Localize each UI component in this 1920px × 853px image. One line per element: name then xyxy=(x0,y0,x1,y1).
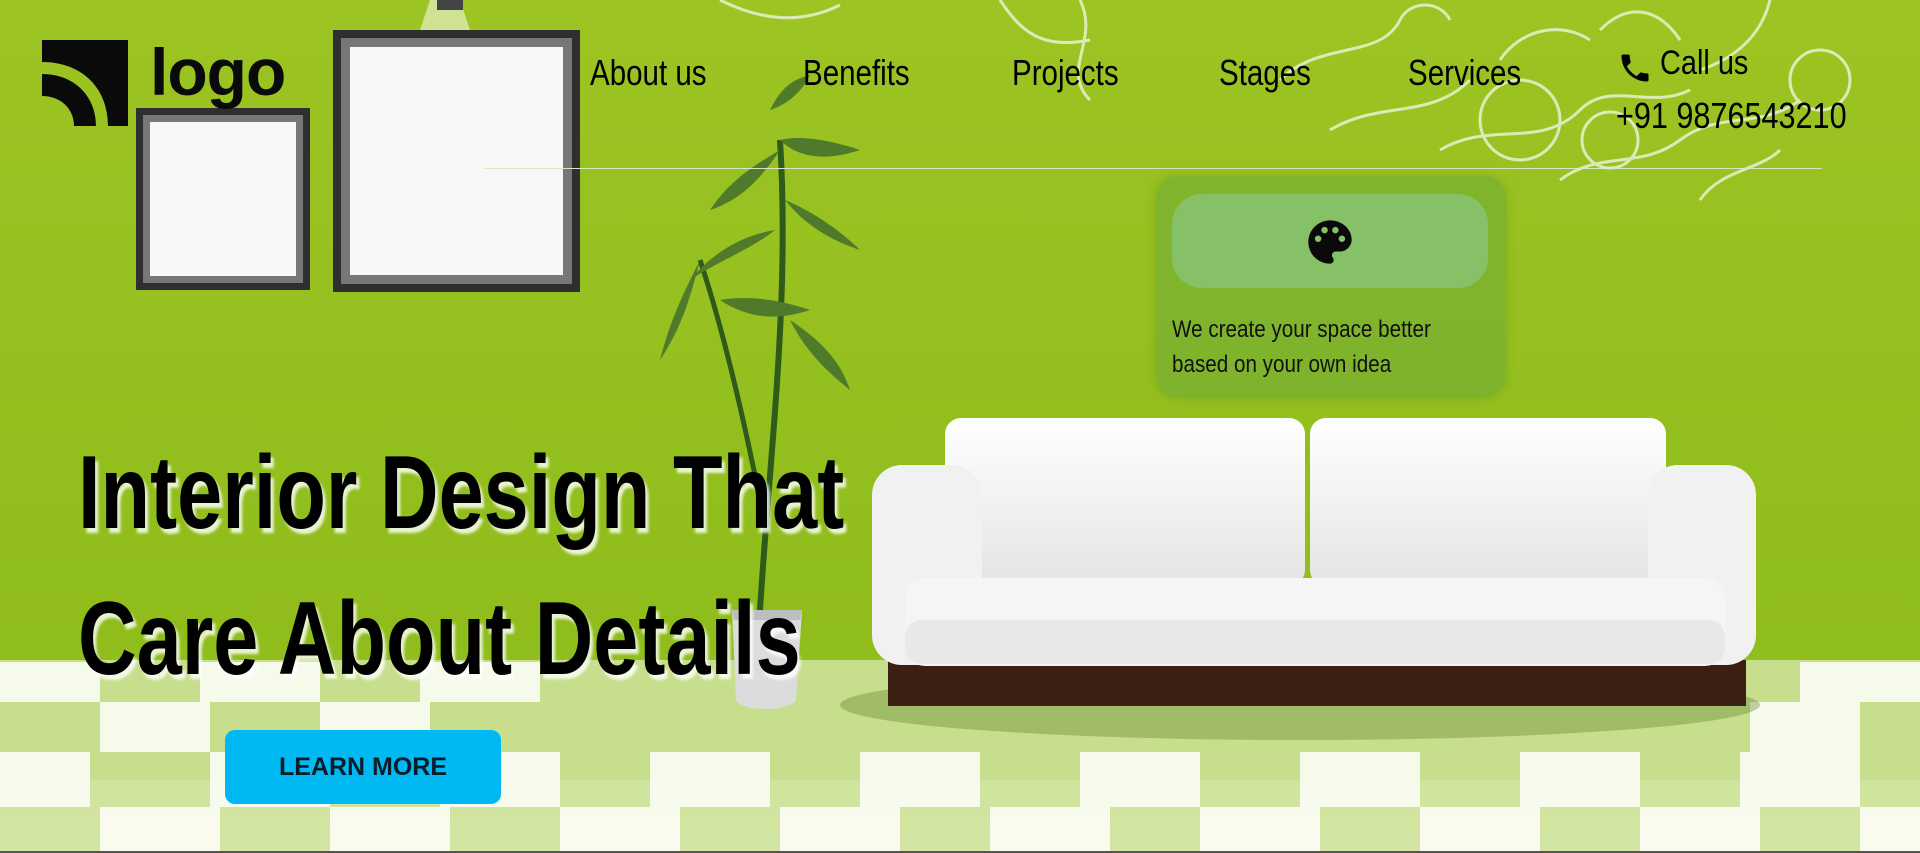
card-icon-pill xyxy=(1172,194,1488,288)
nav-projects[interactable]: Projects xyxy=(1012,52,1119,94)
nav-stages[interactable]: Stages xyxy=(1219,52,1311,94)
call-us-label: Call us xyxy=(1660,44,1749,82)
palette-icon xyxy=(1308,220,1352,264)
phone-number[interactable]: +91 9876543210 xyxy=(1616,95,1847,137)
feature-card-text: We create your space better based on you… xyxy=(1172,316,1431,378)
header-divider xyxy=(485,168,1822,169)
phone-icon xyxy=(1621,54,1649,82)
feature-card: We create your space better based on you… xyxy=(1156,176,1506,398)
nav-about-us[interactable]: About us xyxy=(590,52,707,94)
hero-headline-line-2: Care About Details xyxy=(78,581,801,697)
logo-icon[interactable] xyxy=(42,40,130,128)
nav-services[interactable]: Services xyxy=(1408,52,1521,94)
learn-more-button[interactable]: LEARN MORE xyxy=(225,730,501,804)
hero-headline: Interior Design That Care About Details xyxy=(78,420,844,712)
logo-text[interactable]: logo xyxy=(150,34,286,110)
white-sofa xyxy=(840,418,1760,740)
hero-headline-line-1: Interior Design That xyxy=(78,435,845,551)
nav-benefits[interactable]: Benefits xyxy=(803,52,910,94)
